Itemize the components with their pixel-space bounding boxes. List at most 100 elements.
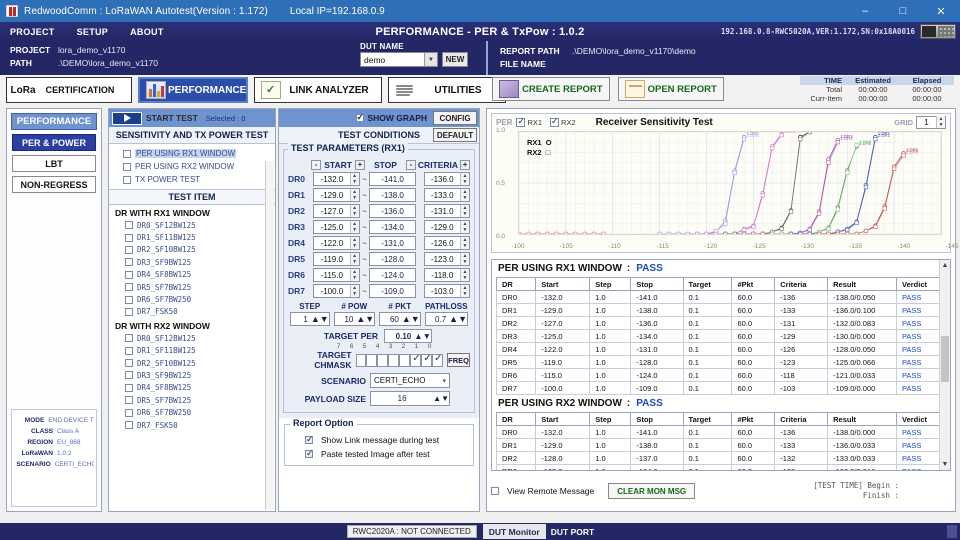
stepper-arrows[interactable]: ▲▼ <box>460 253 469 265</box>
chevron-down-icon[interactable]: ▾ <box>442 377 446 385</box>
list-item[interactable]: DR2_SF10BW125 <box>109 244 275 256</box>
criteria-stepper[interactable]: -136.0 ▲ ▼ <box>423 172 470 186</box>
stepper-arrows[interactable]: ▲▼ <box>349 173 359 185</box>
list-item[interactable]: DR6_SF7BW250 <box>109 293 275 305</box>
list-item[interactable]: DR7_FSK50 <box>109 306 275 318</box>
stop-value[interactable]: -124.0 <box>369 268 416 282</box>
pkt-stepper[interactable]: 60 ▲▼ <box>379 312 421 326</box>
menu-item-about[interactable]: ABOUT <box>130 27 164 37</box>
scrollbar-thumb[interactable] <box>941 335 949 382</box>
stepper-arrows[interactable]: ▲▼ <box>356 314 374 324</box>
stop-value[interactable]: -134.0 <box>369 220 416 234</box>
stepper-arrows[interactable]: ▲▼ <box>349 205 359 217</box>
list-item[interactable]: DR7_FSK50 <box>109 419 275 431</box>
table-row[interactable]: DR6 -115.0 1.0 -124.0 0.1 60.0 -118 -121.0/0.03… <box>495 368 949 382</box>
option-show-link-message[interactable]: Show Link message during test <box>305 434 469 445</box>
chmask-checkbox-0[interactable] <box>432 353 444 367</box>
checkbox-icon[interactable] <box>125 233 133 242</box>
table-row[interactable]: DR0 -132.0 1.0 -141.0 0.1 60.0 -136 -138.0/0.00… <box>495 425 949 439</box>
list-item[interactable]: DR2_SF10BW125 <box>109 357 275 369</box>
table-row[interactable]: DR5 -119.0 1.0 -128.0 0.1 60.0 -123 -125.0/0.06… <box>495 355 949 369</box>
start-stepper[interactable]: -129.0 ▲ ▼ <box>313 188 360 202</box>
start-stepper[interactable]: -125.0 ▲ ▼ <box>313 220 360 234</box>
criteria-stepper[interactable]: -131.0 ▲ ▼ <box>423 204 470 218</box>
list-item[interactable]: DR4_SF8BW125 <box>109 269 275 281</box>
test-item-scrollbar[interactable] <box>265 161 274 510</box>
start-minus-button[interactable]: - <box>311 160 322 170</box>
checkbox-icon[interactable] <box>125 371 133 380</box>
clear-mon-msg-button[interactable]: CLEAR MON MSG <box>608 483 696 499</box>
criteria-stepper[interactable]: -123.0 ▲ ▼ <box>423 252 470 266</box>
chmask-checkbox-3[interactable] <box>399 353 411 367</box>
list-item[interactable]: DR5_SF7BW125 <box>109 281 275 293</box>
chmask-checkbox-4[interactable] <box>388 353 400 367</box>
start-stepper[interactable]: -100.0 ▲ ▼ <box>313 284 360 298</box>
list-item[interactable]: DR1_SF11BW125 <box>109 231 275 243</box>
new-dut-button[interactable]: NEW <box>442 52 468 67</box>
checkbox-icon[interactable] <box>305 448 314 459</box>
table-row[interactable]: DR0 -132.0 1.0 -141.0 0.1 60.0 -136 -138.0/0.05… <box>495 290 949 304</box>
stepper-arrows[interactable]: ▲▼ <box>349 269 359 281</box>
checkbox-icon[interactable] <box>125 359 133 368</box>
checkbox-icon[interactable] <box>355 112 364 123</box>
criteria-plus-button[interactable]: + <box>460 160 470 170</box>
stop-value[interactable]: -109.0 <box>369 284 416 298</box>
start-stepper[interactable]: -115.0 ▲ ▼ <box>313 268 360 282</box>
list-item[interactable]: DR5_SF7BW125 <box>109 394 275 406</box>
play-icon[interactable] <box>112 111 142 125</box>
stepper-arrows[interactable]: ▲▼ <box>460 237 469 249</box>
tab-performance[interactable]: PERFORMANCE <box>138 77 248 103</box>
stepper-arrows[interactable]: ▲▼ <box>460 285 469 297</box>
minimize-icon[interactable]: – <box>846 0 884 22</box>
checkbox-icon[interactable] <box>125 307 133 316</box>
pow-stepper[interactable]: 10 ▲▼ <box>333 312 376 326</box>
target-per-stepper[interactable]: 0.10 ▲▼ <box>384 329 433 343</box>
checkbox-tx-power[interactable]: TX POWER TEST <box>123 173 275 186</box>
tab-certification[interactable]: LoRa CERTIFICATION <box>6 77 132 103</box>
list-item[interactable]: DR4_SF8BW125 <box>109 382 275 394</box>
checkbox-icon[interactable] <box>125 346 133 355</box>
stop-value[interactable]: -141.0 <box>369 172 416 186</box>
criteria-stepper[interactable]: -133.0 ▲ ▼ <box>423 188 470 202</box>
checkbox-icon[interactable] <box>125 245 133 254</box>
list-item[interactable]: DR6_SF7BW250 <box>109 406 275 418</box>
chmask-checkbox-7[interactable] <box>355 353 367 367</box>
pathloss-stepper[interactable]: 0.7 ▲▼ <box>424 312 468 326</box>
table-row[interactable]: DR1 -129.0 1.0 -138.0 0.1 60.0 -133 -136.0/0.10… <box>495 303 949 317</box>
stepper-arrows[interactable]: ▲▼ <box>402 314 420 324</box>
chmask-checkbox-2[interactable] <box>410 353 422 367</box>
checkbox-icon[interactable] <box>125 221 133 230</box>
checkbox-icon[interactable] <box>123 175 131 184</box>
stepper-arrows[interactable]: ▲▼ <box>460 269 469 281</box>
payload-size-stepper[interactable]: 16 ▲▼ <box>370 391 450 406</box>
checkbox-icon[interactable] <box>123 149 131 158</box>
tab-dut-monitor[interactable]: DUT Monitor <box>482 524 546 539</box>
rx2-checkbox[interactable] <box>550 116 560 127</box>
chmask-checkbox-5[interactable] <box>377 353 389 367</box>
list-item[interactable]: DR0_SF12BW125 <box>109 219 275 231</box>
results-scrollbar[interactable]: ▲ ▼ <box>939 260 950 470</box>
stepper-arrows[interactable]: ▲▼ <box>349 285 359 297</box>
start-plus-button[interactable]: + <box>354 160 365 170</box>
start-stepper[interactable]: -127.0 ▲ ▼ <box>313 204 360 218</box>
checkbox-icon[interactable] <box>125 295 133 304</box>
tab-link-analyzer[interactable]: LINK ANALYZER <box>254 77 382 103</box>
option-paste-image[interactable]: Paste tested Image after test <box>305 448 469 459</box>
checkbox-icon[interactable] <box>491 487 499 495</box>
start-stepper[interactable]: -132.0 ▲ ▼ <box>313 172 360 186</box>
list-item[interactable]: DR3_SF9BW125 <box>109 256 275 268</box>
checkbox-icon[interactable] <box>305 434 314 445</box>
table-row[interactable]: DR1 -129.0 1.0 -138.0 0.1 60.0 -133 -136.0/0.03… <box>495 438 949 452</box>
table-row[interactable]: DR3 -125.0 1.0 -134.0 0.1 60.0 -129 -130.0/0.00… <box>495 329 949 343</box>
stepper-arrows[interactable]: ▲▼ <box>349 221 359 233</box>
stepper-arrows[interactable]: ▲▼ <box>460 189 469 201</box>
stepper-arrows[interactable]: ▲▼ <box>460 221 469 233</box>
list-item[interactable]: DR3_SF9BW125 <box>109 369 275 381</box>
stepper-arrows[interactable]: ▲▼ <box>349 189 359 201</box>
menu-item-setup[interactable]: SETUP <box>77 27 109 37</box>
chmask-checkbox-1[interactable] <box>421 353 433 367</box>
stepper-arrows[interactable]: ▲▼ <box>311 314 329 324</box>
criteria-minus-button[interactable]: - <box>406 160 416 170</box>
list-item[interactable]: DR0_SF12BW125 <box>109 332 275 344</box>
stepper-arrows[interactable]: ▲▼ <box>449 314 467 324</box>
